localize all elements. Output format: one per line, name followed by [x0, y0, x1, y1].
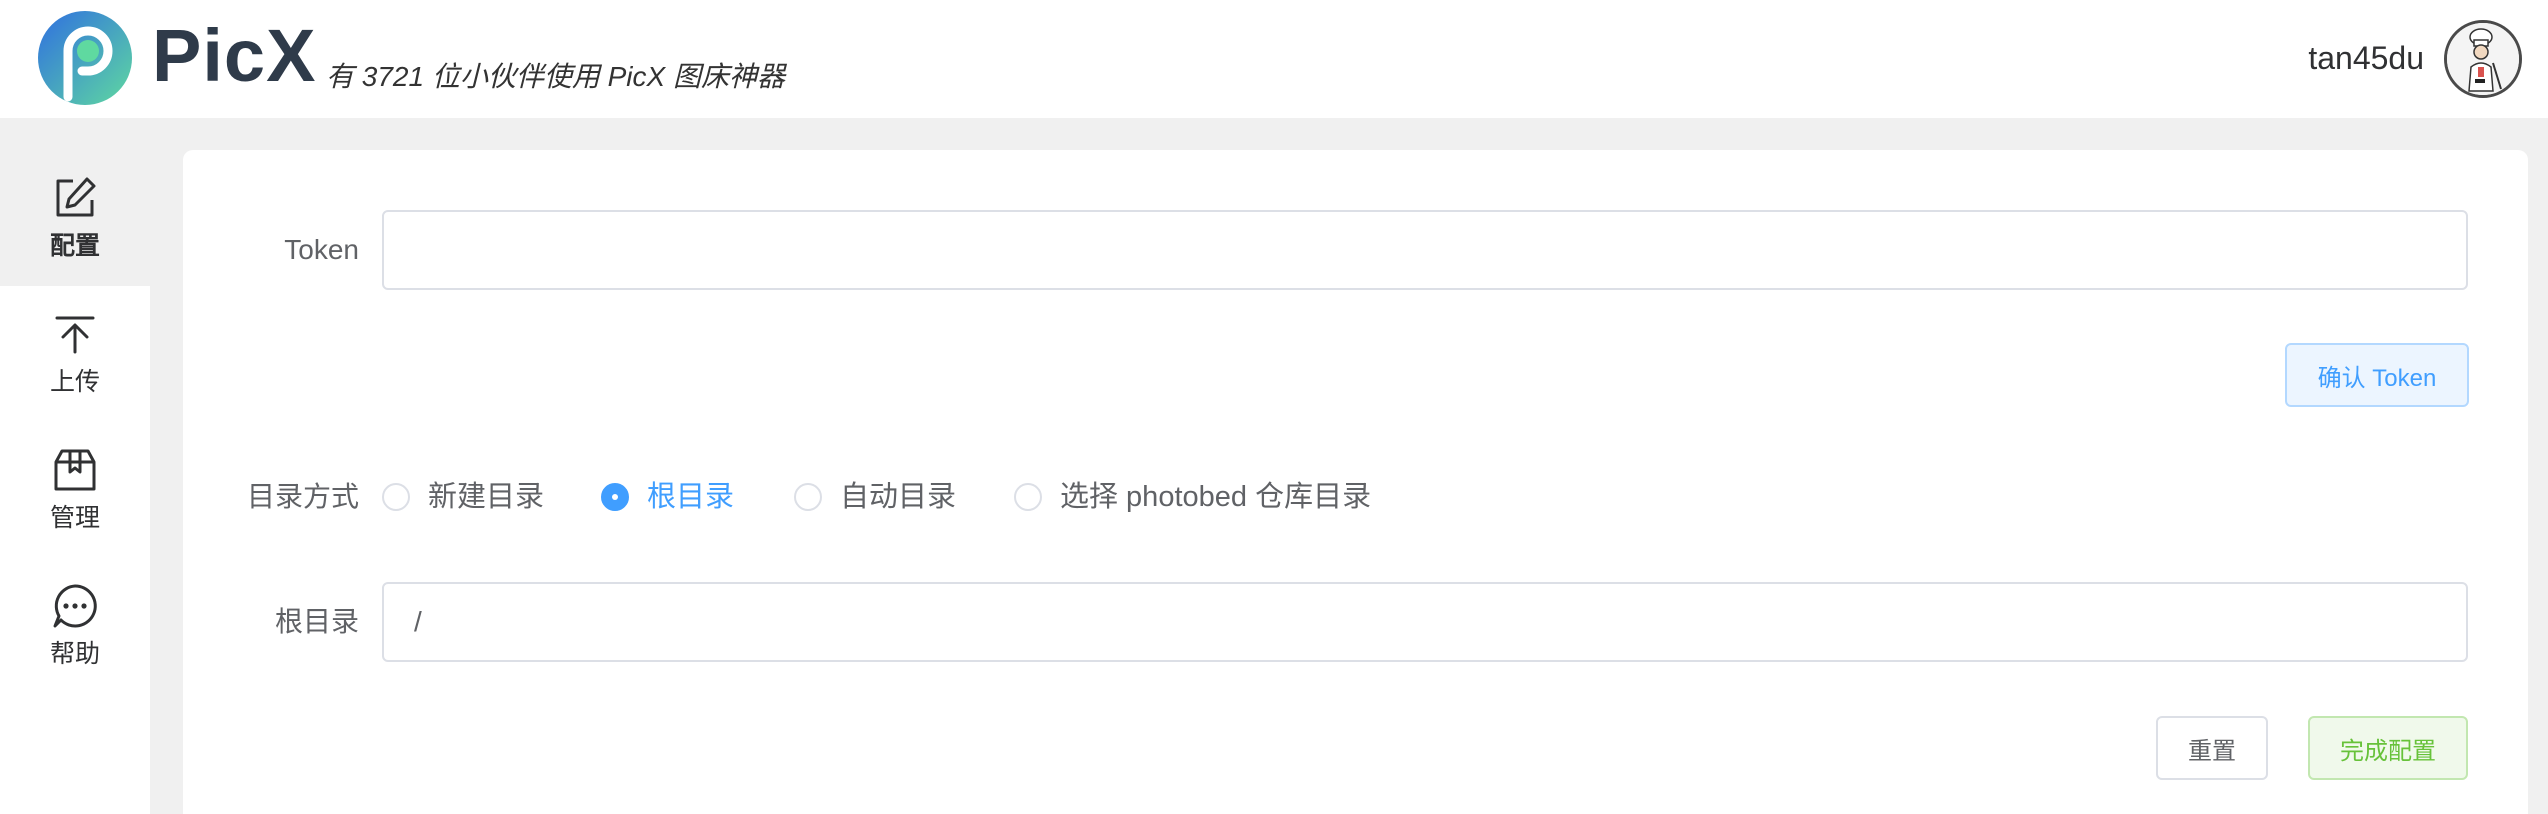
token-input[interactable] [382, 210, 2468, 290]
sidebar-item-help[interactable]: 帮助 [0, 558, 150, 694]
radio-label: 新建目录 [428, 481, 545, 513]
sidebar-nav: 配置 上传 管理 帮助 [0, 150, 150, 814]
radio-dot [382, 483, 410, 511]
radio-label: 选择 photobed 仓库目录 [1060, 481, 1372, 513]
box-icon [54, 449, 96, 491]
brand-name[interactable]: PicX [152, 14, 316, 98]
radio-auto-dir[interactable]: 自动目录 [794, 475, 956, 519]
sidebar-item-label: 管理 [49, 504, 100, 532]
radio-dot [1014, 483, 1042, 511]
sidebar-item-config[interactable]: 配置 [0, 150, 150, 286]
radio-dot [601, 483, 629, 511]
chef-avatar-icon [2447, 23, 2519, 95]
sidebar-item-label: 配置 [49, 232, 100, 260]
radio-label: 根目录 [647, 481, 735, 513]
radio-root-dir[interactable]: 根目录 [601, 475, 734, 519]
radio-dot [794, 483, 822, 511]
sidebar-item-label: 上传 [49, 368, 100, 396]
radio-new-dir[interactable]: 新建目录 [382, 475, 544, 519]
reset-button[interactable]: 重置 [2156, 716, 2268, 780]
top-header: PicX 有 3721 位小伙伴使用 PicX 图床神器 tan45du [0, 0, 2548, 118]
edit-icon [56, 177, 96, 217]
sidebar-item-manage[interactable]: 管理 [0, 422, 150, 558]
radio-select-repo-dir[interactable]: 选择 photobed 仓库目录 [1014, 475, 1371, 519]
finish-config-button[interactable]: 完成配置 [2308, 716, 2468, 780]
upload-icon [55, 316, 95, 354]
token-label: Token [284, 234, 359, 265]
confirm-token-button[interactable]: 确认 Token [2285, 343, 2469, 407]
root-dir-input[interactable] [382, 582, 2468, 662]
tagline: 有 3721 位小伙伴使用 PicX 图床神器 [326, 61, 785, 92]
radio-label: 自动目录 [840, 481, 957, 513]
avatar[interactable] [2444, 20, 2522, 98]
sidebar-item-label: 帮助 [49, 640, 100, 668]
picx-logo-icon[interactable] [38, 11, 132, 105]
username[interactable]: tan45du [2308, 38, 2424, 78]
sidebar-item-upload[interactable]: 上传 [0, 286, 150, 422]
root-dir-label: 根目录 [274, 606, 359, 637]
chat-icon [53, 584, 97, 628]
dir-mode-label: 目录方式 [246, 481, 359, 512]
